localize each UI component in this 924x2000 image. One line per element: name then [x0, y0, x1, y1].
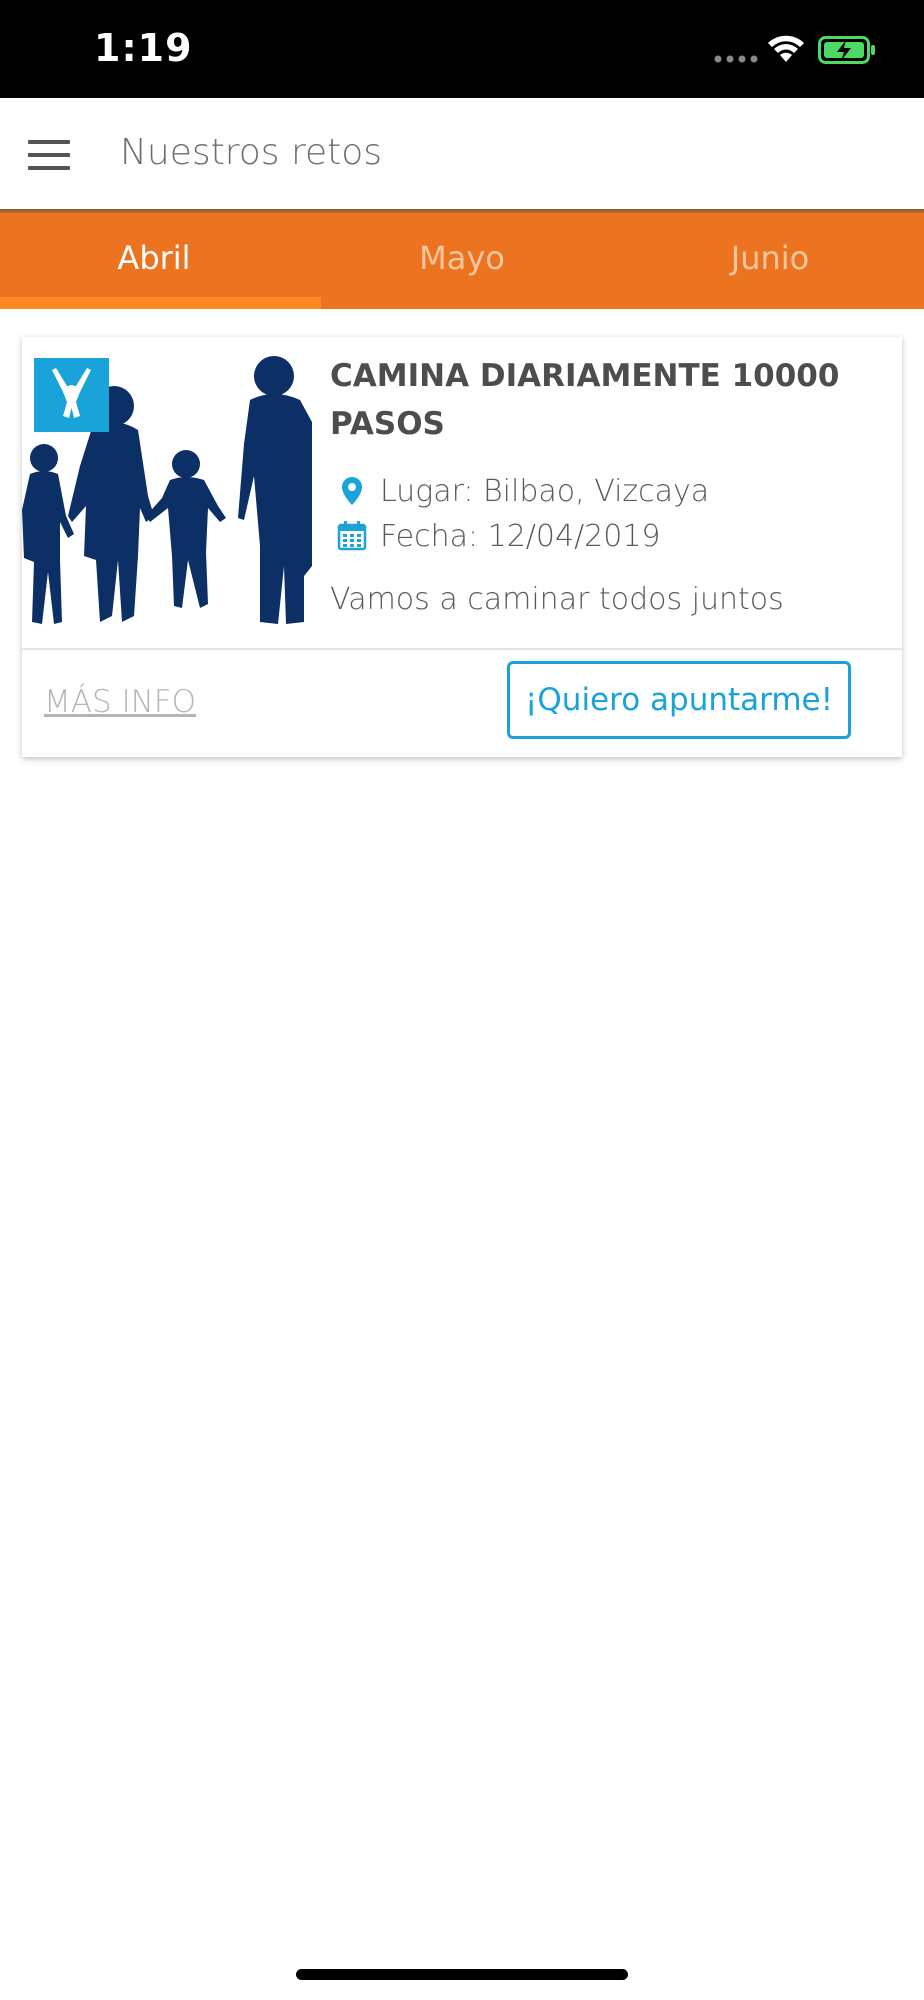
battery-charging-icon — [818, 36, 875, 64]
challenge-date-row: Fecha: 12/04/2019 — [336, 516, 661, 556]
signal-dots-icon — [714, 55, 758, 63]
calendar-icon — [337, 521, 367, 551]
tab-mayo[interactable]: Mayo — [308, 213, 616, 303]
challenge-title: CAMINA DIARIAMENTE 10000 PASOS — [330, 358, 840, 442]
challenge-place-row: Lugar: Bilbao, Vizcaya — [336, 471, 709, 511]
hamburger-menu-icon[interactable] — [28, 140, 70, 170]
status-time: 1:19 — [94, 26, 193, 70]
more-info-link[interactable]: MÁS INFO — [44, 684, 196, 720]
location-pin-icon — [342, 477, 362, 505]
tab-abril[interactable]: Abril — [0, 213, 308, 303]
signup-button[interactable]: ¡Quiero apuntarme! — [507, 661, 851, 739]
card-divider — [22, 648, 902, 650]
challenge-description: Vamos a caminar todos juntos — [330, 582, 784, 617]
wifi-icon — [768, 35, 804, 62]
tab-junio[interactable]: Junio — [616, 213, 924, 303]
challenge-place: Lugar: Bilbao, Vizcaya — [380, 473, 710, 509]
page-title: Nuestros retos — [120, 132, 383, 173]
challenge-image — [22, 346, 312, 628]
active-tab-indicator — [0, 297, 321, 309]
status-bar: 1:19 — [0, 0, 924, 98]
challenge-date: Fecha: 12/04/2019 — [380, 518, 661, 554]
month-tabs: Abril Mayo Junio — [0, 213, 924, 309]
home-indicator[interactable] — [296, 1969, 628, 1980]
